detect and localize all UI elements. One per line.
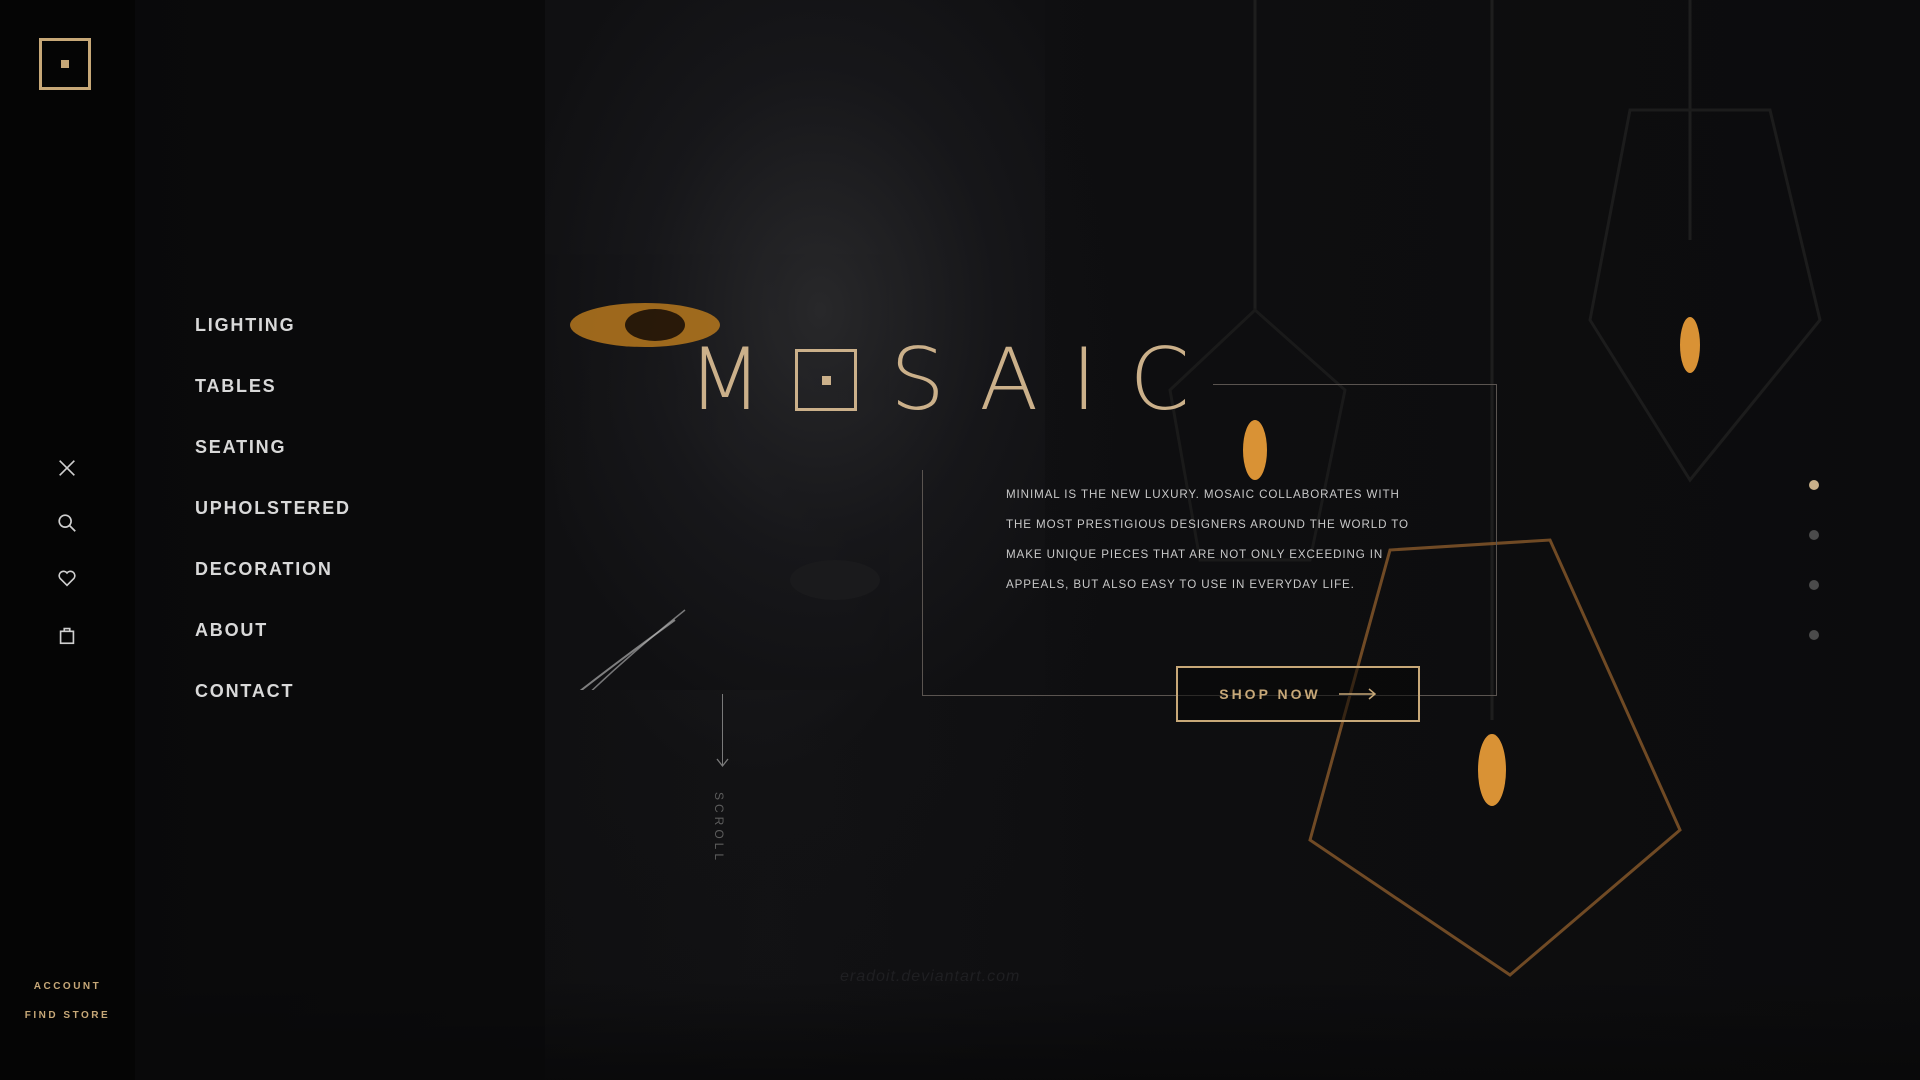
description-line: THE MOST PRESTIGIOUS DESIGNERS AROUND TH… <box>1006 518 1409 531</box>
scroll-label: SCROLL <box>712 792 726 865</box>
brand-wordmark: M SAIC <box>688 330 1223 430</box>
wishlist-button[interactable] <box>53 564 81 592</box>
sidebar-background <box>0 0 135 1080</box>
frame-line-right <box>1496 384 1497 696</box>
slide-dot-4[interactable] <box>1809 630 1819 640</box>
account-link[interactable]: ACCOUNT <box>0 981 135 992</box>
brand-wordmark-right: SAIC <box>890 330 1223 430</box>
arrow-down-icon <box>716 758 729 768</box>
menu-item-contact[interactable]: CONTACT <box>195 679 351 740</box>
find-store-link[interactable]: FIND STORE <box>0 1010 135 1021</box>
slide-dot-1[interactable] <box>1809 480 1819 490</box>
description-line: APPEALS, BUT ALSO EASY TO USE IN EVERYDA… <box>1006 578 1355 591</box>
shop-now-button[interactable]: SHOP NOW <box>1176 666 1420 722</box>
menu-item-decoration[interactable]: DECORATION <box>195 557 351 618</box>
description-line: MINIMAL IS THE NEW LUXURY. MOSAIC COLLAB… <box>1006 488 1400 501</box>
search-button[interactable] <box>53 509 81 537</box>
hero-description: MINIMAL IS THE NEW LUXURY. MOSAIC COLLAB… <box>1006 480 1426 600</box>
cart-button[interactable] <box>53 621 81 649</box>
heart-icon <box>58 570 76 587</box>
watermark: eradoit.deviantart.com <box>840 968 1021 985</box>
arrow-right-icon <box>1338 688 1376 700</box>
slide-pagination <box>1809 480 1819 680</box>
slide-dot-3[interactable] <box>1809 580 1819 590</box>
close-button[interactable] <box>53 454 81 482</box>
close-icon <box>59 460 75 476</box>
menu-item-lighting[interactable]: LIGHTING <box>195 313 351 374</box>
brand-wordmark-left: M <box>688 330 796 430</box>
frame-line-top <box>1213 384 1497 385</box>
menu-item-about[interactable]: ABOUT <box>195 618 351 679</box>
shop-now-label: SHOP NOW <box>1219 686 1321 702</box>
logo[interactable] <box>39 38 91 90</box>
brand-square-icon <box>795 349 858 411</box>
description-line: MAKE UNIQUE PIECES THAT ARE NOT ONLY EXC… <box>1006 548 1384 561</box>
menu-item-upholstered[interactable]: UPHOLSTERED <box>195 496 351 557</box>
menu-item-seating[interactable]: SEATING <box>195 435 351 496</box>
frame-line-left <box>922 470 923 696</box>
category-menu: LIGHTING TABLES SEATING UPHOLSTERED DECO… <box>195 313 351 740</box>
search-icon <box>58 514 76 532</box>
menu-item-tables[interactable]: TABLES <box>195 374 351 435</box>
slide-dot-2[interactable] <box>1809 530 1819 540</box>
shopping-bag-icon <box>59 627 75 645</box>
